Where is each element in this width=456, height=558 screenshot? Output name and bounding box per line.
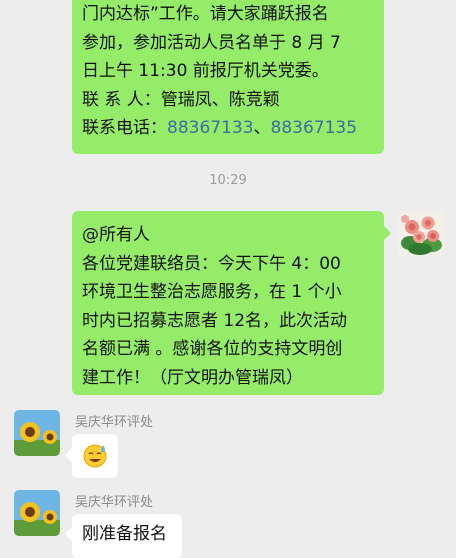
message-text: 刚准备报名 bbox=[82, 524, 167, 544]
phone-separator: 、 bbox=[253, 118, 271, 138]
message-line: 建工作！（厅文明办管瑞凤） bbox=[82, 367, 303, 388]
message-line: 联 系 人：管瑞凤、陈竞颖 bbox=[82, 89, 280, 110]
sender-avatar[interactable] bbox=[14, 490, 60, 536]
message-line: 名额已满 。感谢各位的支持文明创 bbox=[82, 339, 343, 359]
message-bubble-outgoing[interactable]: @所有人 各位党建联络员：今天下午 4：00 环境卫生整治志愿服务，在 1 个小… bbox=[72, 211, 384, 395]
rose-bouquet-icon bbox=[398, 211, 444, 257]
message-line: 环境卫生整治志愿服务，在 1 个小 bbox=[82, 282, 342, 302]
sunflower-icon bbox=[14, 410, 60, 456]
phone-link[interactable]: 88367135 bbox=[271, 118, 358, 138]
message-line: 各位党建联络员：今天下午 4：00 bbox=[82, 253, 341, 274]
message-line: @所有人 bbox=[82, 225, 150, 245]
timestamp: 10:29 bbox=[209, 173, 247, 188]
message-line: 时内已招募志愿者 12名，此次活动 bbox=[82, 310, 348, 331]
sweat-smile-emoji-icon bbox=[83, 444, 107, 468]
phone-link[interactable]: 88367133 bbox=[167, 118, 254, 138]
message-line: 日上午 11:30 前报厅机关党委。 bbox=[82, 61, 329, 81]
message-line-phone: 联系电话：88367133、88367135 bbox=[82, 114, 374, 143]
sender-name: 吴庆华环评处 bbox=[75, 415, 154, 430]
bubble-tail bbox=[384, 226, 391, 240]
bubble-tail bbox=[65, 448, 72, 462]
my-avatar[interactable] bbox=[398, 211, 444, 257]
message-line: 门内达标”工作。请大家踊跃报名 bbox=[82, 4, 329, 24]
message-bubble-incoming[interactable]: 刚准备报名 bbox=[72, 514, 182, 558]
message-bubble-incoming[interactable] bbox=[72, 434, 118, 478]
sender-name: 吴庆华环评处 bbox=[75, 495, 154, 510]
phone-label: 联系电话： bbox=[82, 118, 167, 138]
message-bubble-outgoing[interactable]: 门内达标”工作。请大家踊跃报名 参加，参加活动人员名单于 8 月 7 日上午 1… bbox=[72, 0, 384, 154]
sunflower-icon bbox=[14, 490, 60, 536]
sender-avatar[interactable] bbox=[14, 410, 60, 456]
bubble-tail bbox=[65, 527, 72, 541]
message-line: 参加，参加活动人员名单于 8 月 7 bbox=[82, 32, 341, 53]
